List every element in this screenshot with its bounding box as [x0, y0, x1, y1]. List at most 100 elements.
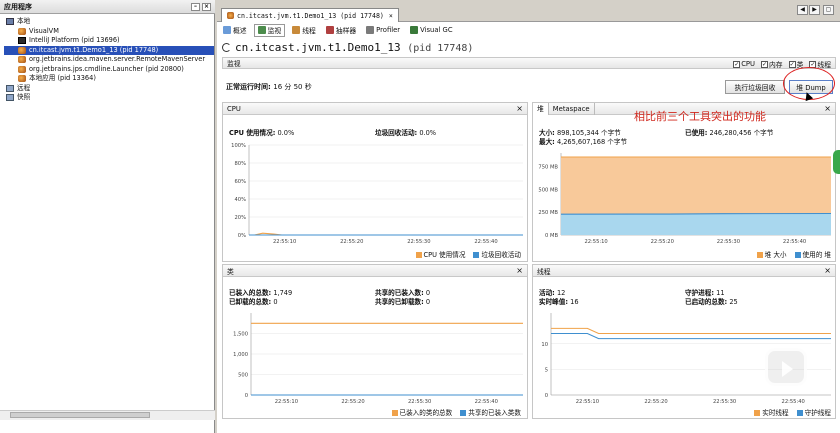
uptime-label: 正常运行时间:: [226, 83, 271, 91]
x-tick-label: 22:55:20: [341, 399, 364, 405]
tree-item-label: 远程: [17, 83, 31, 92]
side-widget-icon[interactable]: [833, 150, 840, 174]
legend-swatch: [756, 252, 763, 258]
checkbox-1[interactable]: ✓ 内存: [761, 59, 783, 69]
legend-item: 堆 大小: [756, 249, 787, 259]
overview-icon: [223, 26, 231, 34]
shared-unloaded-label: 共享的已卸载数:: [375, 298, 424, 306]
minimize-icon[interactable]: –: [191, 2, 200, 11]
y-tick-label: 100%: [231, 143, 246, 149]
checkbox-0[interactable]: ✓ CPU: [733, 59, 755, 69]
legend-item: 已装入的类的总数: [391, 407, 452, 417]
x-tick-label: 22:55:10: [273, 239, 296, 245]
y-tick-label: 750 MB: [538, 165, 558, 171]
x-tick-label: 22:55:30: [713, 399, 736, 405]
x-tick-label: 22:55:30: [717, 239, 740, 245]
tab-threads[interactable]: 线程: [289, 24, 319, 37]
close-panel-icon[interactable]: ×: [824, 104, 831, 113]
tab-label: 抽样器: [335, 27, 357, 35]
java-cup-icon: [227, 12, 234, 19]
view-tabs: 概述 监视 线程 抽样器 Profiler Visual GC: [220, 23, 456, 37]
x-tick-label: 22:55:20: [340, 239, 363, 245]
y-tick-label: 5: [545, 367, 548, 373]
checkbox-label: CPU: [741, 60, 756, 68]
series-line-1: [551, 332, 831, 340]
legend-label: 实时线程: [762, 409, 789, 417]
y-tick-label: 0%: [238, 233, 246, 239]
tab-sampler[interactable]: 抽样器: [323, 24, 359, 37]
x-tick-label: 22:55:10: [275, 399, 298, 405]
tab-visual-gc[interactable]: Visual GC: [407, 24, 455, 37]
x-tick-label: 22:55:30: [407, 239, 430, 245]
classes-title: 类: [227, 267, 234, 276]
legend-item: 实时线程: [754, 407, 789, 417]
applications-header: 应用程序 – ×: [0, 0, 215, 14]
tree-item[interactable]: 远程: [4, 84, 214, 94]
tree-item[interactable]: org.jetbrains.jps.cmdline.Launcher (pid …: [4, 65, 214, 75]
network-icon: [6, 84, 14, 92]
y-tick-label: 20%: [234, 215, 246, 221]
series-area-1: [561, 213, 831, 235]
legend-item: 守护线程: [796, 407, 831, 417]
restore-window-icon[interactable]: ▢: [823, 5, 834, 15]
close-panel-icon[interactable]: ×: [824, 266, 831, 275]
heap-panel: 堆 Metaspace × 大小: 898,105,344 个字节 已使用: 2…: [532, 102, 836, 262]
legend-label: 使用的 堆: [802, 251, 831, 259]
tree-item[interactable]: 本地: [4, 17, 214, 27]
scrollbar-thumb[interactable]: [10, 412, 150, 418]
legend-label: 垃圾回收活动: [481, 251, 521, 259]
tab-overview[interactable]: 概述: [220, 24, 250, 37]
legend-swatch: [794, 252, 801, 258]
legend-swatch: [796, 410, 803, 416]
tab-metaspace[interactable]: Metaspace: [549, 102, 595, 115]
page-title: cn.itcast.jvm.t1.Demo1_13 (pid 17748): [222, 41, 473, 54]
tree-item-label: 本地: [17, 17, 31, 25]
close-icon[interactable]: ×: [202, 2, 211, 11]
peak-threads-label: 实时峰值:: [539, 298, 569, 306]
document-tab-label: cn.itcast.jvm.t1.Demo1_13 (pid 17748): [237, 11, 384, 20]
legend-label: 共享的已装入类数: [468, 409, 521, 417]
tree-item-label: org.jetbrains.jps.cmdline.Launcher (pid …: [29, 64, 184, 73]
tree-item[interactable]: 本地应用 (pid 13364): [4, 74, 214, 84]
tree-item[interactable]: org.jetbrains.idea.maven.server.RemoteMa…: [4, 55, 214, 65]
tree-item-label: cn.itcast.jvm.t1.Demo1_13 (pid 17748): [29, 45, 159, 54]
peak-threads-value: 16: [570, 298, 579, 306]
x-tick-label: 22:55:20: [651, 239, 674, 245]
close-panel-icon[interactable]: ×: [516, 266, 523, 275]
heap-max-value: 4,265,607,168 个字节: [556, 138, 628, 146]
close-tab-icon[interactable]: ×: [389, 12, 393, 20]
tree-item[interactable]: 快照: [4, 93, 214, 103]
tab-profiler[interactable]: Profiler: [363, 24, 403, 37]
tab-heap[interactable]: 堆: [533, 102, 549, 115]
java-cup-icon: [18, 56, 26, 64]
classes-panel: 类 × 已装入的总数: 1,749 已卸载的总数: 0 共享的已装入数: 0 共享…: [222, 264, 528, 419]
tree-item[interactable]: IntelliJ Platform (pid 13696): [4, 36, 214, 46]
close-panel-icon[interactable]: ×: [516, 104, 523, 113]
heap-legend: 堆 大小 使用的 堆: [756, 249, 831, 259]
cpu-chart: 100% 80% 60% 40% 20% 0% 22:55:10 22:55:20 22:55:…: [231, 143, 523, 245]
x-tick-label: 22:55:40: [782, 399, 805, 405]
tree-item-label: 本地应用 (pid 13364): [29, 74, 96, 82]
intellij-icon: [18, 37, 26, 45]
document-tab[interactable]: cn.itcast.jvm.t1.Demo1_13 (pid 17748) ×: [221, 8, 399, 22]
scroll-right-icon[interactable]: ▶: [809, 5, 820, 15]
scroll-left-icon[interactable]: ◀: [797, 5, 808, 15]
y-tick-label: 0: [245, 393, 248, 399]
tab-monitor[interactable]: 监视: [253, 23, 286, 37]
tree-item[interactable]: cn.itcast.jvm.t1.Demo1_13 (pid 17748): [4, 45, 214, 55]
started-threads-label: 已启动的总数:: [685, 298, 728, 306]
x-tick-label: 22:55:10: [584, 239, 607, 245]
monitor-header: 监视 ✓ CPU ✓ 内存 ✓ 类 ✓ 线程: [222, 57, 836, 69]
monitor-label: 监视: [227, 60, 241, 68]
unloaded-value: 0: [273, 298, 278, 306]
checkbox-label: 内存: [769, 61, 783, 69]
snapshot-icon: [6, 94, 14, 102]
sampler-icon: [325, 26, 334, 34]
heap-used-label: 已使用:: [685, 129, 708, 137]
gc-button[interactable]: 执行垃圾回收: [725, 80, 785, 94]
legend-item: 垃圾回收活动: [473, 249, 521, 259]
visual-gc-icon: [410, 26, 419, 34]
tree-item[interactable]: VisualVM: [4, 27, 214, 37]
applications-title: 应用程序: [4, 2, 32, 11]
profiler-icon: [366, 26, 375, 34]
